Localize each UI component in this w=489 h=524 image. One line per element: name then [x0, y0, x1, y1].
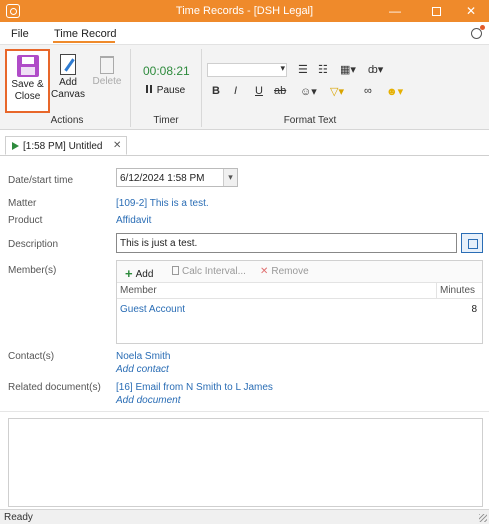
notes-editor[interactable] [8, 418, 483, 507]
canvas-icon [60, 54, 76, 75]
timer-group-label: Timer [153, 115, 179, 126]
date-value: 6/12/2024 1:58 PM [120, 173, 205, 184]
add-contact-link[interactable]: Add contact [116, 364, 169, 375]
active-tab-indicator [53, 41, 115, 43]
pause-label: Pause [156, 85, 186, 96]
numbered-list-icon[interactable]: ☷ [318, 63, 328, 76]
add-canvas-label: Add Canvas [51, 77, 85, 100]
actions-group-label: Actions [50, 115, 84, 126]
minutes-column-header[interactable]: Minutes [440, 285, 475, 296]
timer-display: 00:08:21 [143, 64, 190, 78]
bold-button[interactable]: B [212, 85, 220, 97]
status-text: Ready [4, 512, 33, 523]
description-label: Description [8, 239, 59, 250]
italic-button[interactable]: I [234, 85, 237, 97]
add-member-button[interactable]: + Add [125, 266, 153, 281]
pause-icon [150, 85, 152, 93]
matter-label: Matter [8, 198, 37, 209]
remove-label: Remove [271, 266, 309, 277]
description-input[interactable]: This is just a test. [116, 233, 457, 253]
table-icon[interactable]: ▦▾ [340, 63, 356, 76]
member-link[interactable]: Guest Account [120, 304, 185, 315]
highlight-icon[interactable]: ▽▾ [330, 85, 344, 98]
date-picker[interactable]: 6/12/2024 1:58 PM ▾ [116, 168, 238, 187]
maximize-icon [431, 7, 441, 17]
ribbon: Save & Close Add Canvas Delete Actions 0… [0, 44, 489, 130]
member-minutes: 8 [471, 304, 477, 315]
trash-icon [100, 56, 114, 74]
menu-file[interactable]: File [11, 28, 29, 40]
members-table: + Add Calc Interval... ✕ Remove Member Min… [116, 260, 483, 344]
chevron-down-icon[interactable]: ▾ [223, 169, 237, 186]
save-close-label: Save & Close [11, 79, 44, 102]
style-icon[interactable]: ȸ▾ [368, 63, 383, 76]
font-select[interactable] [207, 63, 287, 77]
minimize-button[interactable]: — [377, 0, 413, 22]
menu-bar: File Time Record [0, 22, 489, 44]
strikethrough-button[interactable]: ab [274, 85, 286, 97]
contacts-label: Contact(s) [8, 351, 55, 362]
plus-icon: + [125, 266, 133, 281]
tab-label: [1:58 PM] Untitled [23, 141, 103, 152]
column-divider [436, 283, 437, 299]
maximize-button[interactable] [418, 0, 454, 22]
pause-icon [146, 85, 148, 93]
tab-untitled[interactable]: [1:58 PM] Untitled ✕ [5, 136, 127, 155]
save-icon [16, 55, 39, 77]
underline-button[interactable]: U [255, 85, 263, 97]
save-close-button[interactable]: Save & Close [5, 49, 50, 113]
remove-member-button[interactable]: ✕ Remove [260, 266, 309, 277]
members-label: Member(s) [8, 265, 57, 276]
bullet-list-icon[interactable]: ☰ [298, 63, 308, 76]
tab-close-icon[interactable]: ✕ [113, 140, 121, 151]
related-document-link[interactable]: [16] Email from N Smith to L James [116, 382, 273, 393]
close-button[interactable]: ✕ [453, 0, 489, 22]
link-icon[interactable]: ∞ [364, 85, 372, 97]
palette-icon[interactable]: ☺▾ [300, 85, 317, 98]
group-divider [201, 49, 202, 127]
delete-button[interactable]: Delete [89, 49, 125, 109]
tab-divider [0, 155, 489, 156]
play-icon [12, 142, 19, 150]
calc-interval-button[interactable]: Calc Interval... [172, 266, 246, 277]
emoji-icon[interactable]: ☻▾ [386, 85, 403, 98]
format-text-group-label: Format Text [283, 115, 337, 126]
contact-link[interactable]: Noela Smith [116, 351, 170, 362]
members-toolbar: + Add Calc Interval... ✕ Remove [117, 261, 482, 283]
notification-icon[interactable] [471, 25, 485, 39]
remove-icon: ✕ [260, 266, 269, 277]
member-column-header[interactable]: Member [120, 285, 157, 296]
matter-link[interactable]: [109-2] This is a test. [116, 198, 209, 209]
members-header: Member Minutes [117, 283, 482, 299]
expand-description-button[interactable] [461, 233, 483, 253]
group-divider [130, 49, 131, 127]
menu-time-record[interactable]: Time Record [54, 28, 117, 40]
resize-grip-icon[interactable] [479, 514, 487, 522]
add-canvas-button[interactable]: Add Canvas [51, 49, 85, 109]
product-link[interactable]: Affidavit [116, 215, 151, 226]
product-label: Product [8, 215, 43, 226]
pause-button[interactable]: Pause [146, 85, 185, 96]
window-title: Time Records - [DSH Legal] [175, 5, 314, 17]
title-bar: Time Records - [DSH Legal] — ✕ [0, 0, 489, 22]
status-bar: Ready [0, 509, 489, 524]
related-documents-label: Related document(s) [8, 382, 101, 393]
calc-label: Calc Interval... [182, 266, 246, 277]
divider [0, 411, 489, 412]
add-label: Add [135, 269, 154, 280]
delete-label: Delete [92, 76, 122, 87]
calculator-icon [172, 266, 179, 275]
add-document-link[interactable]: Add document [116, 395, 181, 406]
description-value: This is just a test. [120, 238, 198, 249]
date-label: Date/start time [8, 175, 74, 186]
